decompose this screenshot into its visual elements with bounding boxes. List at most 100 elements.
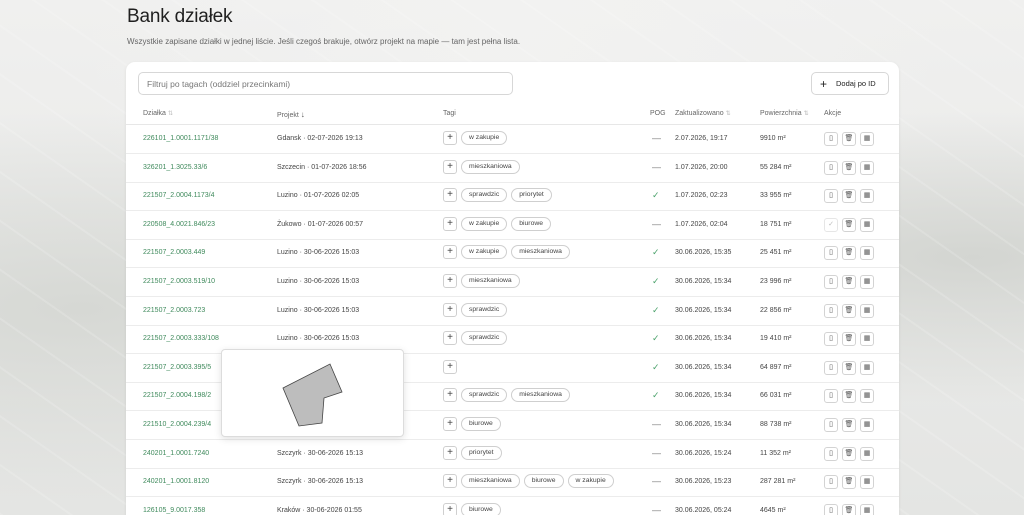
tag-chip[interactable]: priorytet xyxy=(511,188,552,203)
map-icon[interactable]: ▦ xyxy=(860,160,874,175)
trash-icon[interactable]: 🗑︎ xyxy=(842,418,856,432)
parcel-id-link[interactable]: 221507_2.0003.333/108 xyxy=(143,335,219,342)
add-tag-button[interactable]: + xyxy=(443,388,457,403)
trash-icon[interactable]: 🗑︎ xyxy=(842,503,856,515)
document-icon[interactable]: ✓ xyxy=(824,217,838,232)
document-icon[interactable]: ▯ xyxy=(824,503,838,515)
column-header-area[interactable]: Powierzchnia ⇅ xyxy=(760,110,809,117)
trash-icon[interactable]: 🗑︎ xyxy=(842,246,856,261)
tag-chip[interactable]: w zakupie xyxy=(461,216,508,231)
trash-icon[interactable]: 🗑︎ xyxy=(842,160,856,175)
tag-chip[interactable]: biurowe xyxy=(511,216,552,231)
document-icon[interactable]: ▯ xyxy=(824,389,838,404)
map-icon[interactable]: ▦ xyxy=(860,246,874,261)
trash-icon[interactable]: 🗑︎ xyxy=(842,332,856,347)
document-icon[interactable]: ▯ xyxy=(824,360,838,375)
row-actions: ▯ 🗑︎ ▦ xyxy=(824,275,874,289)
parcel-id-link[interactable]: 221507_2.0003.449 xyxy=(143,249,205,256)
document-icon[interactable]: ▯ xyxy=(824,332,838,347)
add-tag-button[interactable]: + xyxy=(443,359,457,374)
parcel-id-link[interactable]: 221507_2.0004.198/2 xyxy=(143,392,211,399)
map-icon[interactable]: ▦ xyxy=(860,360,874,375)
trash-icon[interactable]: 🗑︎ xyxy=(842,189,856,204)
trash-icon[interactable]: 🗑︎ xyxy=(842,475,856,490)
add-tag-button[interactable]: + xyxy=(443,417,457,431)
tag-chip[interactable]: biurowe xyxy=(461,417,501,431)
document-icon[interactable]: ▯ xyxy=(824,275,838,289)
trash-icon[interactable]: 🗑︎ xyxy=(842,132,856,146)
map-icon[interactable]: ▦ xyxy=(860,303,874,318)
document-icon[interactable]: ▯ xyxy=(824,475,838,490)
add-tag-button[interactable]: + xyxy=(443,131,457,145)
trash-icon[interactable]: 🗑︎ xyxy=(842,360,856,375)
tag-chip[interactable]: w zakupie xyxy=(461,131,508,145)
parcel-id-link[interactable]: 240201_1.0001.8120 xyxy=(143,478,209,485)
tag-chip[interactable]: sprawdzic xyxy=(461,388,508,403)
parcel-id-link[interactable]: 221510_2.0004.239/4 xyxy=(143,421,211,428)
tag-chip[interactable]: biurowe xyxy=(461,502,501,515)
document-icon[interactable]: ▯ xyxy=(824,132,838,146)
tag-chip[interactable]: biurowe xyxy=(523,474,564,489)
parcel-id-link[interactable]: 221507_2.0003.519/10 xyxy=(143,278,215,285)
add-tag-button[interactable]: + xyxy=(443,445,457,460)
add-tag-button[interactable]: + xyxy=(443,474,457,489)
parcel-id-link[interactable]: 326201_1.3025.33/6 xyxy=(143,164,207,171)
tag-chip[interactable]: mieszkaniowa xyxy=(461,274,520,288)
add-tag-button[interactable]: + xyxy=(443,274,457,288)
column-header-updated[interactable]: Zaktualizowano ⇅ xyxy=(675,110,731,117)
parcel-id-link[interactable]: 240201_1.0001.7240 xyxy=(143,450,209,457)
add-tag-button[interactable]: + xyxy=(443,302,457,317)
parcel-id-link[interactable]: 126105_9.0017.358 xyxy=(143,507,205,514)
add-tag-button[interactable]: + xyxy=(443,331,457,346)
tag-chip[interactable]: mieszkaniowa xyxy=(461,474,520,489)
add-tag-button[interactable]: + xyxy=(443,188,457,203)
add-tag-button[interactable]: + xyxy=(443,502,457,515)
project-label: Żukowo · 01-07-2026 00:57 xyxy=(277,220,363,228)
parcel-id-link[interactable]: 221507_2.0003.395/5 xyxy=(143,364,211,371)
document-icon[interactable]: ▯ xyxy=(824,246,838,261)
parcel-id-link[interactable]: 221507_2.0004.1173/4 xyxy=(143,192,215,199)
document-icon[interactable]: ▯ xyxy=(824,303,838,318)
add-tag-button[interactable]: + xyxy=(443,216,457,231)
tag-chip[interactable]: w zakupie xyxy=(567,474,614,489)
tag-chip[interactable]: sprawdzic xyxy=(461,302,508,317)
column-header-id[interactable]: Działka ⇅ xyxy=(143,110,173,117)
tag-chip[interactable]: w zakupie xyxy=(461,245,508,260)
updated-at: 30.06.2026, 15:34 xyxy=(675,421,732,428)
add-by-id-button[interactable]: + Dodaj po ID xyxy=(811,72,889,95)
tag-chip[interactable]: mieszkaniowa xyxy=(511,388,570,403)
map-icon[interactable]: ▦ xyxy=(860,475,874,490)
updated-at: 30.06.2026, 15:23 xyxy=(675,478,732,486)
table-row: 240201_1.0001.8120 Szczyrk · 30-06-2026 1… xyxy=(126,468,899,498)
column-header-project[interactable]: Projekt ↓ xyxy=(277,110,305,119)
map-icon[interactable]: ▦ xyxy=(860,189,874,204)
map-icon[interactable]: ▦ xyxy=(860,332,874,347)
tag-chip[interactable]: mieszkaniowa xyxy=(461,159,520,174)
map-icon[interactable]: ▦ xyxy=(860,389,874,404)
trash-icon[interactable]: 🗑︎ xyxy=(842,275,856,289)
trash-icon[interactable]: 🗑︎ xyxy=(842,446,856,461)
tag-chip[interactable]: sprawdzic xyxy=(461,331,508,346)
map-icon[interactable]: ▦ xyxy=(860,446,874,461)
trash-icon[interactable]: 🗑︎ xyxy=(842,303,856,318)
tag-chip[interactable]: priorytet xyxy=(461,445,502,460)
document-icon[interactable]: ▯ xyxy=(824,160,838,175)
map-icon[interactable]: ▦ xyxy=(860,418,874,432)
tag-chip[interactable]: mieszkaniowa xyxy=(511,245,570,260)
document-icon[interactable]: ▯ xyxy=(824,189,838,204)
add-tag-button[interactable]: + xyxy=(443,245,457,260)
tag-filter-input[interactable]: Filtruj po tagach (oddziel przecinkami) xyxy=(138,72,513,95)
trash-icon[interactable]: 🗑︎ xyxy=(842,389,856,404)
trash-icon[interactable]: 🗑︎ xyxy=(842,217,856,232)
parcel-id-link[interactable]: 226101_1.0001.1171/38 xyxy=(143,135,218,142)
parcel-id-link[interactable]: 221507_2.0003.723 xyxy=(143,307,205,314)
map-icon[interactable]: ▦ xyxy=(860,503,874,515)
document-icon[interactable]: ▯ xyxy=(824,446,838,461)
map-icon[interactable]: ▦ xyxy=(860,275,874,289)
add-tag-button[interactable]: + xyxy=(443,159,457,174)
parcel-id-link[interactable]: 220508_4.0021.846/23 xyxy=(143,221,215,228)
map-icon[interactable]: ▦ xyxy=(860,132,874,146)
document-icon[interactable]: ▯ xyxy=(824,418,838,432)
tag-chip[interactable]: sprawdzic xyxy=(461,188,508,203)
map-icon[interactable]: ▦ xyxy=(860,217,874,232)
